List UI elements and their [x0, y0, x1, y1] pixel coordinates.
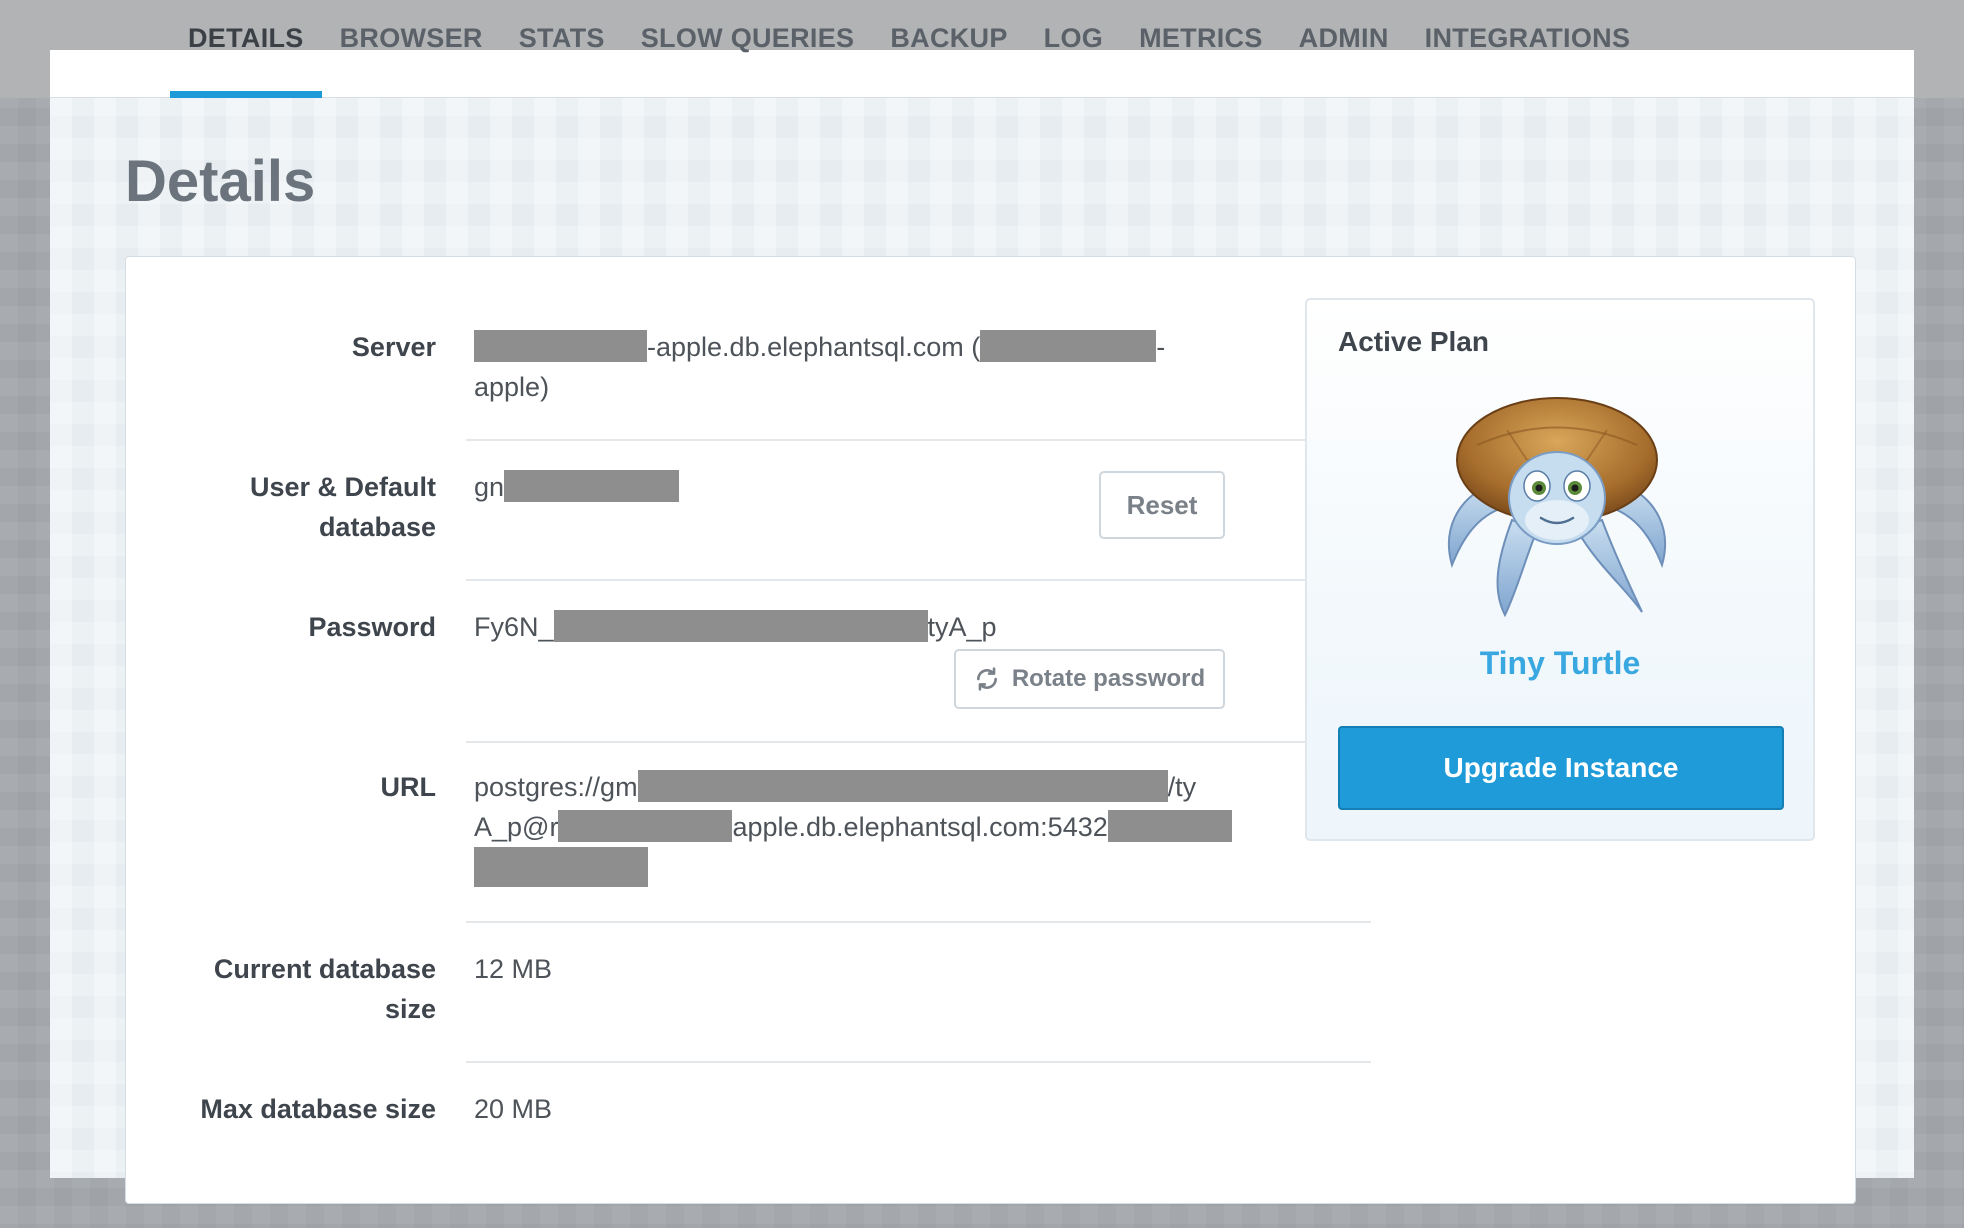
tab-metrics[interactable]: METRICS — [1121, 18, 1281, 98]
divider — [466, 921, 1371, 923]
server-host-text: -apple.db.elephantsql.com ( — [647, 332, 981, 362]
password-label: Password — [308, 612, 436, 642]
upgrade-instance-button[interactable]: Upgrade Instance — [1338, 726, 1784, 810]
max-size-label: Max database size — [200, 1094, 436, 1124]
redacted-block — [504, 470, 680, 502]
tab-browser[interactable]: BROWSER — [322, 18, 501, 98]
server-label: Server — [351, 332, 436, 362]
url-label: URL — [380, 772, 437, 802]
tab-stats[interactable]: STATS — [501, 18, 623, 98]
max-size-value: 20 MB — [474, 1094, 553, 1124]
tab-integrations[interactable]: INTEGRATIONS — [1407, 18, 1649, 98]
divider — [466, 579, 1371, 581]
divider — [466, 439, 1371, 441]
redacted-block — [474, 330, 647, 362]
divider — [466, 741, 1371, 743]
reset-button[interactable]: Reset — [1099, 471, 1225, 539]
redacted-block — [637, 770, 1168, 802]
current-size-value: 12 MB — [474, 954, 553, 984]
redacted-block — [980, 330, 1157, 362]
server-dash-text: - — [1156, 332, 1166, 362]
password-suffix-text: tyA_p — [927, 612, 997, 642]
turtle-mascot-icon — [1447, 397, 1667, 618]
page-title: Details — [125, 149, 316, 214]
password-value: Fy6N_ tyA_p — [474, 607, 1254, 647]
rotate-password-label: Rotate password — [1011, 665, 1206, 692]
server-value: -apple.db.elephantsql.com ( - apple) — [474, 327, 1254, 407]
divider — [466, 1061, 1371, 1063]
password-prefix-text: Fy6N_ — [474, 612, 554, 642]
refresh-icon — [976, 667, 997, 691]
tab-admin[interactable]: ADMIN — [1281, 18, 1407, 98]
redacted-block — [558, 810, 733, 842]
server-suffix-text: apple) — [474, 372, 550, 402]
tab-details[interactable]: DETAILS — [170, 18, 322, 98]
tab-log[interactable]: LOG — [1026, 18, 1121, 98]
redacted-block — [474, 847, 648, 887]
tab-backup[interactable]: BACKUP — [872, 18, 1025, 98]
plan-title: Active Plan — [1338, 326, 1489, 357]
url-line2-suffix: apple.db.elephantsql.com:5432 — [732, 812, 1108, 842]
rotate-password-button[interactable]: Rotate password — [954, 649, 1225, 709]
redacted-block — [1107, 810, 1232, 842]
redacted-block — [553, 610, 928, 642]
url-line1-suffix: /ty — [1167, 772, 1197, 802]
user-label: User & Default database — [249, 472, 436, 542]
plan-name: Tiny Turtle — [1479, 645, 1641, 681]
tab-bar: DETAILS BROWSER STATS SLOW QUERIES BACKU… — [170, 18, 1648, 98]
url-value: postgres://gm/ty A_p@r apple.db.elephants… — [474, 767, 1254, 890]
user-prefix-text: gn — [474, 472, 505, 502]
url-line2-prefix: A_p@r — [474, 812, 559, 842]
details-card: Server -apple.db.elephantsql.com ( - appl… — [125, 256, 1856, 1204]
tab-slow-queries[interactable]: SLOW QUERIES — [623, 18, 873, 98]
url-line1-prefix: postgres://gm — [474, 772, 638, 802]
active-plan-panel: Active Plan Tiny Turtle Upgrade Instance — [1305, 298, 1815, 841]
current-size-label: Current database size — [213, 954, 436, 1024]
